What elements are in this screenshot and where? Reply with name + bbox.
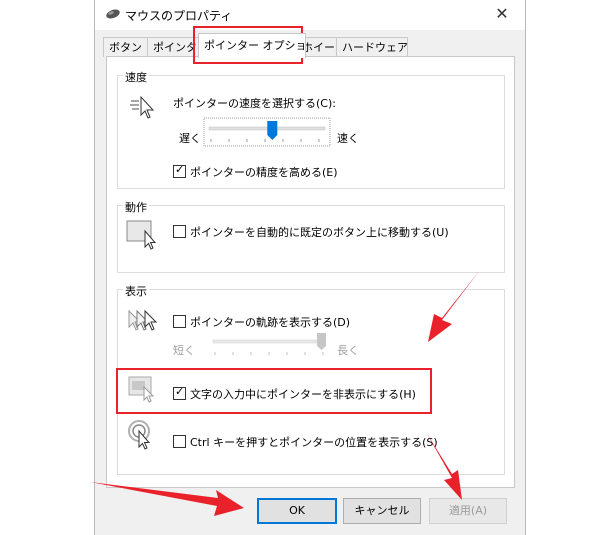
arrow-to-apply-button <box>426 432 462 500</box>
annotation-arrows <box>90 270 480 516</box>
arrow-to-ok-button <box>90 482 244 516</box>
tab-pointer-options[interactable]: ポインター オプション <box>198 33 306 58</box>
arrow-to-hide-option <box>428 270 480 342</box>
